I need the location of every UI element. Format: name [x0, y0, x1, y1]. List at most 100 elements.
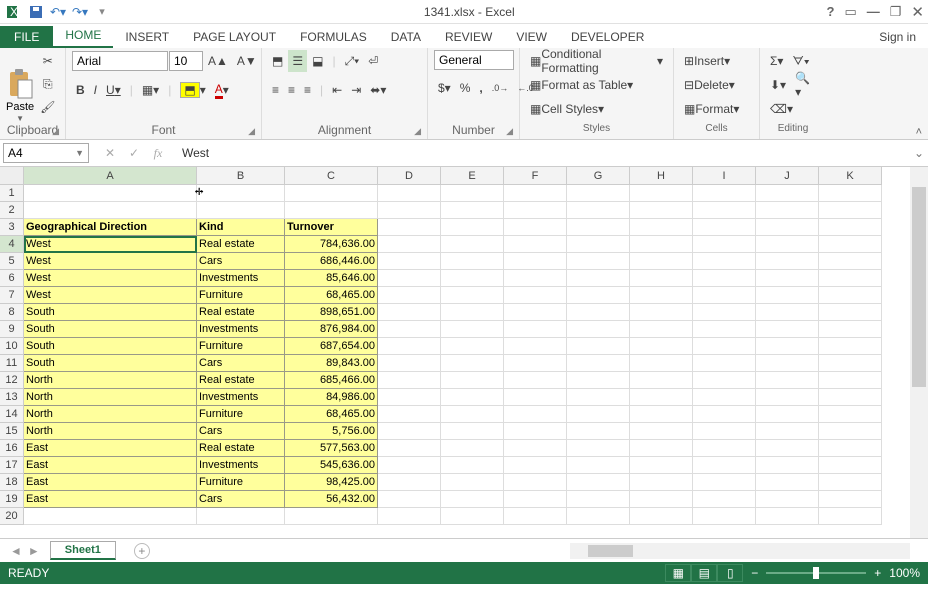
expand-formula-bar-icon[interactable]: ⌄: [910, 146, 928, 160]
undo-icon[interactable]: ↶▾: [48, 2, 68, 22]
excel-icon[interactable]: X: [4, 2, 24, 22]
cell[interactable]: [693, 372, 756, 389]
cell[interactable]: [441, 423, 504, 440]
cell[interactable]: [819, 389, 882, 406]
cell[interactable]: Cars: [197, 355, 285, 372]
row-header[interactable]: 12: [0, 372, 24, 389]
cell[interactable]: [504, 474, 567, 491]
cell[interactable]: [504, 304, 567, 321]
cell[interactable]: Turnover: [285, 219, 378, 236]
column-header[interactable]: B: [197, 167, 285, 185]
row-header[interactable]: 18: [0, 474, 24, 491]
row-header[interactable]: 1: [0, 185, 24, 202]
collapse-ribbon-icon[interactable]: ˄: [916, 126, 922, 138]
cell[interactable]: [756, 287, 819, 304]
cell[interactable]: [567, 491, 630, 508]
decrease-font-icon[interactable]: A▼: [233, 50, 261, 72]
cell[interactable]: [441, 355, 504, 372]
cell[interactable]: [504, 338, 567, 355]
cell[interactable]: [693, 253, 756, 270]
cell[interactable]: [756, 355, 819, 372]
cell[interactable]: South: [24, 304, 197, 321]
cell[interactable]: [441, 304, 504, 321]
cell[interactable]: [630, 304, 693, 321]
cell[interactable]: 68,465.00: [285, 287, 378, 304]
font-launcher-icon[interactable]: ◢: [248, 126, 255, 137]
cell[interactable]: [504, 440, 567, 457]
cell[interactable]: [441, 406, 504, 423]
cell[interactable]: [567, 270, 630, 287]
cell[interactable]: [285, 508, 378, 525]
cell[interactable]: [378, 270, 441, 287]
cell[interactable]: Furniture: [197, 406, 285, 423]
zoom-slider[interactable]: [766, 572, 866, 574]
cell[interactable]: [504, 219, 567, 236]
align-center-icon[interactable]: ≡: [284, 79, 299, 101]
zoom-in-icon[interactable]: +: [874, 566, 881, 580]
help-icon[interactable]: ?: [827, 4, 835, 19]
cell[interactable]: 784,636.00: [285, 236, 378, 253]
cell[interactable]: [24, 185, 197, 202]
cell[interactable]: Cars: [197, 491, 285, 508]
view-normal-icon[interactable]: ▦: [665, 564, 691, 582]
cell[interactable]: [504, 389, 567, 406]
cell[interactable]: [567, 219, 630, 236]
cell[interactable]: [756, 304, 819, 321]
column-header[interactable]: J: [756, 167, 819, 185]
clear-icon[interactable]: ⌫▾: [766, 98, 797, 120]
cell[interactable]: [197, 202, 285, 219]
cell[interactable]: [693, 355, 756, 372]
cell[interactable]: [567, 355, 630, 372]
bold-button[interactable]: B: [72, 79, 89, 101]
redo-icon[interactable]: ↷▾: [70, 2, 90, 22]
cell[interactable]: [630, 406, 693, 423]
cell[interactable]: [630, 491, 693, 508]
row-header[interactable]: 17: [0, 457, 24, 474]
cell[interactable]: [504, 202, 567, 219]
cell[interactable]: Real estate: [197, 304, 285, 321]
close-icon[interactable]: ✕: [911, 3, 924, 21]
cell[interactable]: [756, 406, 819, 423]
cell[interactable]: [693, 406, 756, 423]
column-header[interactable]: H: [630, 167, 693, 185]
cell[interactable]: 686,446.00: [285, 253, 378, 270]
underline-button[interactable]: U▾: [102, 79, 125, 101]
row-header[interactable]: 2: [0, 202, 24, 219]
cell[interactable]: [441, 474, 504, 491]
cell[interactable]: [693, 440, 756, 457]
cell[interactable]: [693, 304, 756, 321]
cell[interactable]: North: [24, 423, 197, 440]
cell[interactable]: [630, 202, 693, 219]
cell[interactable]: 89,843.00: [285, 355, 378, 372]
increase-font-icon[interactable]: A▲: [204, 50, 232, 72]
cell[interactable]: [630, 219, 693, 236]
cell[interactable]: [378, 304, 441, 321]
cell[interactable]: 898,651.00: [285, 304, 378, 321]
cell[interactable]: [756, 372, 819, 389]
column-header[interactable]: E: [441, 167, 504, 185]
cell[interactable]: [567, 372, 630, 389]
cell[interactable]: [819, 304, 882, 321]
border-icon[interactable]: ▦▾: [138, 79, 163, 101]
cell[interactable]: [756, 440, 819, 457]
vertical-scrollbar[interactable]: [910, 167, 928, 538]
cell[interactable]: [630, 440, 693, 457]
cell[interactable]: [693, 474, 756, 491]
cell[interactable]: [630, 321, 693, 338]
cell[interactable]: [630, 355, 693, 372]
align-left-icon[interactable]: ≡: [268, 79, 283, 101]
cell[interactable]: 84,986.00: [285, 389, 378, 406]
cell[interactable]: [567, 389, 630, 406]
row-header[interactable]: 13: [0, 389, 24, 406]
cell[interactable]: [693, 270, 756, 287]
paste-icon[interactable]: [6, 68, 34, 100]
cell[interactable]: [441, 202, 504, 219]
minimize-icon[interactable]: —: [867, 4, 880, 19]
cell[interactable]: 56,432.00: [285, 491, 378, 508]
cell[interactable]: East: [24, 440, 197, 457]
cell[interactable]: South: [24, 338, 197, 355]
cell[interactable]: [441, 236, 504, 253]
cell[interactable]: [504, 287, 567, 304]
hscroll-thumb[interactable]: [588, 545, 633, 557]
column-header[interactable]: F: [504, 167, 567, 185]
